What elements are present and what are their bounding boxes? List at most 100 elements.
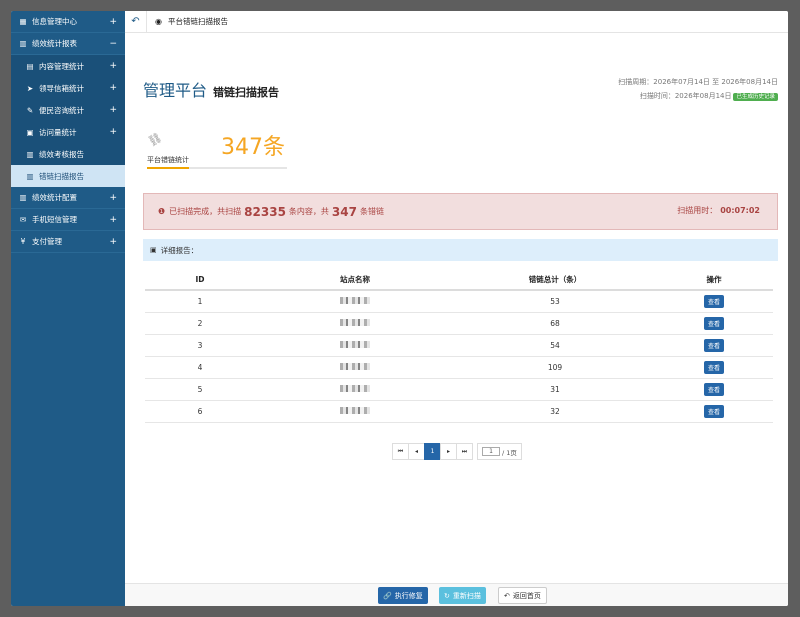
redacted-site-name <box>340 384 370 392</box>
chart-icon: ▥ <box>26 171 34 181</box>
error-link-stat: ⛓ 平台错链统计 347条 <box>145 130 287 171</box>
scan-meta: 扫描周期：2026年07月14日 至 2026年08月14日 扫描时间：2026… <box>618 75 778 104</box>
view-button[interactable]: 查看 <box>703 338 724 352</box>
row-count: 109 <box>455 356 655 379</box>
page-title: 管理平台 错链扫描报告 <box>143 77 279 101</box>
return-icon: ↶ <box>504 591 510 600</box>
sidebar-item-2[interactable]: ▤ 内容管理统计 + <box>11 55 125 77</box>
sidebar-item-4[interactable]: ✎ 便民咨询统计 + <box>11 99 125 121</box>
plus-icon[interactable]: + <box>109 83 117 93</box>
report-title: 错链扫描报告 <box>213 86 280 99</box>
stat-label: 平台错链统计 <box>147 156 189 164</box>
scan-duration: 扫描用时： 00:07:02 <box>677 206 760 215</box>
sidebar-item-6[interactable]: ▥ 绩效考核报告 <box>11 143 125 165</box>
sidebar-item-label: 访问量统计 <box>39 127 77 137</box>
pagination: ⏮ ◂ 1 ▸ ⏭ 1 / 1页 <box>392 443 522 460</box>
col-id: ID <box>145 269 255 291</box>
yen-icon: ¥ <box>20 237 26 246</box>
execute-fix-button[interactable]: 🔗 执行修复 <box>378 587 428 604</box>
report-table: ID 站点名称 错链总计（条） 操作 1 53 查看 2 68 查看 3 54 查看 4 109 查看… <box>145 269 773 423</box>
redacted-site-name <box>340 406 370 414</box>
row-id: 3 <box>145 334 255 357</box>
row-site-name <box>255 356 455 379</box>
table-row: 1 53 查看 <box>145 290 773 313</box>
info-icon: ❶ <box>158 207 166 216</box>
tab-label: 平台错链扫描报告 <box>167 17 228 26</box>
row-id: 2 <box>145 312 255 335</box>
prev-page-icon[interactable]: ◂ <box>408 443 425 460</box>
stat-value: 347条 <box>221 135 285 160</box>
row-action: 查看 <box>655 378 773 401</box>
alert-suffix: 条错链 <box>359 207 384 216</box>
sidebar-item-7[interactable]: ▥ 错链扫描报告 <box>11 165 125 187</box>
topbar: ↶ ◉ 平台错链扫描报告 <box>125 11 788 33</box>
page-input[interactable]: 1 <box>482 447 500 456</box>
tab-current[interactable]: ◉ 平台错链扫描报告 <box>155 16 228 27</box>
sidebar-item-5[interactable]: ▣ 访问量统计 + <box>11 121 125 143</box>
view-button[interactable]: 查看 <box>703 404 724 418</box>
last-page-icon[interactable]: ⏭ <box>456 443 473 460</box>
report-icon: ▣ <box>150 246 157 254</box>
row-site-name <box>255 334 455 357</box>
table-header-row: ID 站点名称 错链总计（条） 操作 <box>145 269 773 291</box>
alert-middle: 条内容，共 <box>288 207 329 216</box>
redacted-site-name <box>340 340 370 348</box>
table-row: 4 109 查看 <box>145 356 773 379</box>
plus-icon[interactable]: + <box>109 193 117 203</box>
brand-title: 管理平台 <box>143 81 208 100</box>
sidebar: ▦ 信息管理中心 + ▥ 绩效统计报表 − ▤ 内容管理统计 + ➤ 领导信箱统计 + ✎ 便民咨询统计 +… <box>11 11 125 606</box>
row-count: 32 <box>455 400 655 423</box>
minus-icon[interactable]: − <box>109 39 117 49</box>
table-row: 3 54 查看 <box>145 334 773 357</box>
plus-icon[interactable]: + <box>109 215 117 225</box>
sidebar-item-10[interactable]: ¥ 支付管理 + <box>11 231 125 253</box>
row-action: 查看 <box>655 290 773 313</box>
view-button[interactable]: 查看 <box>703 382 724 396</box>
stat-progress-bar <box>147 167 287 169</box>
view-button[interactable]: 查看 <box>703 360 724 374</box>
back-home-button[interactable]: ↶ 返回首页 <box>498 587 547 604</box>
table-row: 2 68 查看 <box>145 312 773 335</box>
row-site-name <box>255 290 455 313</box>
scan-result-alert: ❶ 已扫描完成，共扫描 82335 条内容，共 347 条错链 扫描用时： 00:… <box>143 193 778 230</box>
sidebar-item-1[interactable]: ▥ 绩效统计报表 − <box>11 33 125 55</box>
sidebar-item-8[interactable]: ▥ 绩效统计配置 + <box>11 187 125 209</box>
redacted-site-name <box>340 362 370 370</box>
sidebar-item-3[interactable]: ➤ 领导信箱统计 + <box>11 77 125 99</box>
history-badge: 已生成历史记录 <box>733 93 778 101</box>
redacted-site-name <box>340 296 370 304</box>
row-action: 查看 <box>655 400 773 423</box>
redacted-site-name <box>340 318 370 326</box>
row-site-name <box>255 378 455 401</box>
plus-icon[interactable]: + <box>109 61 117 71</box>
first-page-icon[interactable]: ⏮ <box>392 443 409 460</box>
row-site-name <box>255 312 455 335</box>
plus-icon[interactable]: + <box>109 237 117 247</box>
envelope-icon: ✉ <box>19 215 27 224</box>
view-button[interactable]: 查看 <box>703 316 724 330</box>
scan-time: 扫描时间：2026年08月14日 已生成历史记录 <box>618 89 778 104</box>
clipboard-icon: ▣ <box>26 127 34 137</box>
plus-icon[interactable]: + <box>109 105 117 115</box>
col-site-name: 站点名称 <box>255 269 455 291</box>
back-icon[interactable]: ↶ <box>125 11 147 33</box>
row-id: 4 <box>145 356 255 379</box>
row-action: 查看 <box>655 356 773 379</box>
plus-icon[interactable]: + <box>109 17 117 27</box>
page-total: / 1页 <box>502 448 517 457</box>
broken-link-icon: ⛓ <box>145 130 165 149</box>
rescan-button[interactable]: ↻ 重新扫描 <box>439 587 486 604</box>
next-page-icon[interactable]: ▸ <box>440 443 457 460</box>
sidebar-item-0[interactable]: ▦ 信息管理中心 + <box>11 11 125 33</box>
sidebar-item-9[interactable]: ✉ 手机短信管理 + <box>11 209 125 231</box>
sidebar-item-label: 便民咨询统计 <box>39 105 84 115</box>
view-button[interactable]: 查看 <box>703 294 724 308</box>
plus-icon[interactable]: + <box>109 127 117 137</box>
page-1-button[interactable]: 1 <box>424 443 441 460</box>
table-row: 5 31 查看 <box>145 378 773 401</box>
footer-bar: 🔗 执行修复 ↻ 重新扫描 ↶ 返回首页 <box>125 583 788 606</box>
doc-icon: ▤ <box>26 61 34 71</box>
row-id: 5 <box>145 378 255 401</box>
app-window: ▦ 信息管理中心 + ▥ 绩效统计报表 − ▤ 内容管理统计 + ➤ 领导信箱统计 + ✎ 便民咨询统计 +… <box>11 11 788 606</box>
detail-label: 详细报告： <box>160 245 199 255</box>
